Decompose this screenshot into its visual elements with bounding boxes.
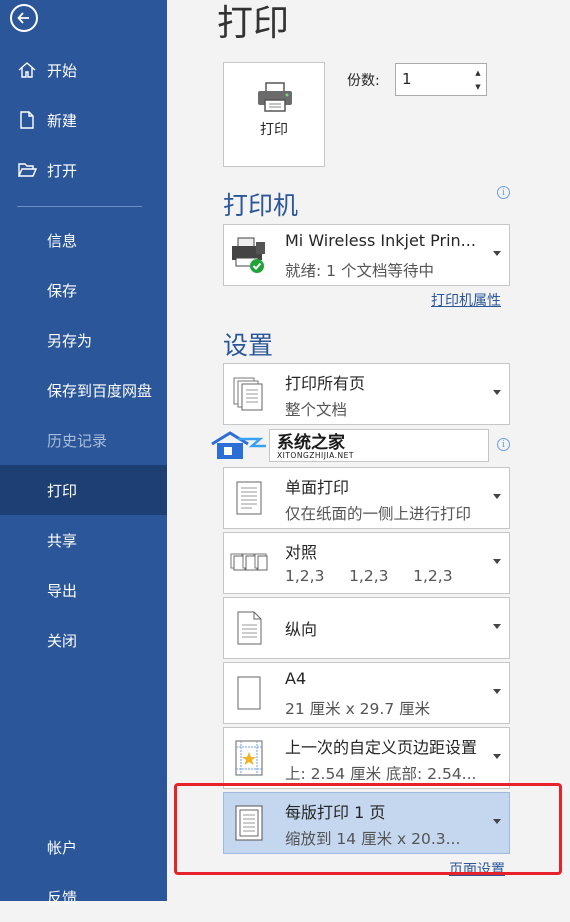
copies-value: 1 (402, 70, 412, 88)
printer-dropdown[interactable]: Mi Wireless Inkjet Prin... 就绪: 1 个文档等待中 (223, 224, 510, 286)
nav-history: 历史记录 (0, 415, 167, 465)
printer-ready-icon (232, 237, 265, 273)
chevron-down-icon (493, 251, 501, 256)
nav-label: 打开 (47, 161, 78, 180)
paper-size-dropdown[interactable]: A4 21 厘米 x 29.7 厘米 (223, 662, 510, 724)
nav-home[interactable]: 开始 (0, 45, 167, 95)
chevron-down-icon (493, 624, 501, 629)
chevron-down-icon (493, 494, 501, 499)
nav-label: 历史记录 (47, 431, 108, 450)
nav-label: 反馈 (47, 888, 78, 907)
nav-label: 另存为 (47, 331, 93, 350)
site-watermark: 系统之家 XITONGZHIJIA.NET (208, 428, 491, 464)
setting-secondary: 21 厘米 x 29.7 厘米 (285, 700, 431, 718)
setting-primary: 单面打印 (285, 478, 350, 497)
nav-save[interactable]: 保存 (0, 265, 167, 315)
setting-primary: 纵向 (285, 620, 318, 639)
nav-export[interactable]: 导出 (0, 565, 167, 615)
backstage-sidebar: 开始 新建 打开 信息 保存 另存为 保存到百度网盘 历史记录 打印 共享 导出… (0, 0, 167, 907)
back-arrow-icon (17, 12, 29, 24)
nav-label: 导出 (47, 581, 78, 600)
printer-properties-link[interactable]: 打印机属性 (431, 290, 501, 310)
watermark-url: XITONGZHIJIA.NET (277, 451, 354, 460)
nav-info[interactable]: 信息 (0, 215, 167, 265)
collate-icon (230, 553, 268, 571)
sidebar-divider (17, 206, 142, 207)
nav-label: 新建 (47, 111, 78, 130)
nav-label: 打印 (47, 481, 78, 500)
home-icon (18, 62, 36, 78)
settings-section-heading: 设置 (223, 331, 274, 360)
nav-label: 共享 (47, 531, 78, 550)
print-range-dropdown[interactable]: 打印所有页 整个文档 (223, 363, 510, 425)
chevron-down-icon (493, 689, 501, 694)
house-logo-icon (211, 431, 266, 459)
margins-icon (235, 740, 263, 776)
back-button[interactable] (10, 4, 38, 32)
printer-name: Mi Wireless Inkjet Prin... (285, 231, 476, 250)
nav-feedback[interactable]: 反馈 (0, 872, 167, 922)
print-button-label: 打印 (260, 122, 288, 138)
nav-close[interactable]: 关闭 (0, 615, 167, 665)
margins-dropdown[interactable]: 上一次的自定义页边距设置 上: 2.54 厘米 底部: 2.54... (223, 727, 510, 789)
chevron-down-icon (493, 559, 501, 564)
page-title: 打印 (217, 3, 290, 44)
nav-label: 信息 (47, 231, 78, 250)
setting-primary: 打印所有页 (285, 374, 366, 393)
print-pane: 打印 打印 份数: 1 ▲ ▼ 打印机 i Mi Wireless Inkjet… (167, 0, 570, 901)
open-folder-icon (17, 163, 37, 177)
spin-up-icon[interactable]: ▲ (472, 66, 484, 80)
setting-primary: A4 (285, 669, 307, 688)
collate-dropdown[interactable]: 对照 1,2,3 1,2,3 1,2,3 (223, 532, 510, 594)
info-icon[interactable]: i (497, 186, 510, 199)
chevron-down-icon (493, 754, 501, 759)
nav-label: 保存到百度网盘 (47, 381, 153, 400)
setting-secondary: 上: 2.54 厘米 底部: 2.54... (285, 765, 477, 783)
copies-input[interactable]: 1 ▲ ▼ (395, 63, 487, 96)
nav-open[interactable]: 打开 (0, 145, 167, 195)
nav-save-as[interactable]: 另存为 (0, 315, 167, 365)
sides-dropdown[interactable]: 单面打印 仅在纸面的一侧上进行打印 (223, 467, 510, 529)
info-icon[interactable]: i (497, 438, 510, 451)
setting-secondary: 仅在纸面的一侧上进行打印 (285, 505, 472, 523)
spin-down-icon[interactable]: ▼ (472, 80, 484, 94)
single-sided-icon (236, 481, 262, 515)
setting-primary: 上一次的自定义页边距设置 (285, 738, 478, 757)
chevron-down-icon (493, 390, 501, 395)
setting-secondary: 整个文档 (285, 401, 348, 419)
copies-label: 份数: (347, 73, 380, 89)
print-button[interactable]: 打印 (223, 62, 325, 167)
orientation-dropdown[interactable]: 纵向 (223, 597, 510, 659)
new-document-icon (20, 111, 34, 129)
pages-icon (233, 377, 263, 411)
printer-section-heading: 打印机 (223, 191, 299, 220)
nav-account[interactable]: 帐户 (0, 822, 167, 872)
nav-new[interactable]: 新建 (0, 95, 167, 145)
nav-label: 帐户 (47, 838, 78, 857)
setting-secondary: 1,2,3 1,2,3 1,2,3 (285, 567, 453, 585)
nav-label: 关闭 (47, 631, 78, 650)
setting-primary: 对照 (285, 543, 318, 562)
watermark-title: 系统之家 (277, 433, 345, 453)
portrait-icon (237, 611, 262, 645)
nav-share[interactable]: 共享 (0, 515, 167, 565)
printer-status: 就绪: 1 个文档等待中 (285, 262, 434, 280)
nav-label: 保存 (47, 281, 78, 300)
nav-save-baidu[interactable]: 保存到百度网盘 (0, 365, 167, 415)
printer-icon (258, 82, 292, 112)
nav-print[interactable]: 打印 (0, 465, 167, 515)
nav-label: 开始 (47, 61, 78, 80)
paper-size-icon (237, 676, 261, 710)
highlight-annotation (174, 783, 562, 875)
